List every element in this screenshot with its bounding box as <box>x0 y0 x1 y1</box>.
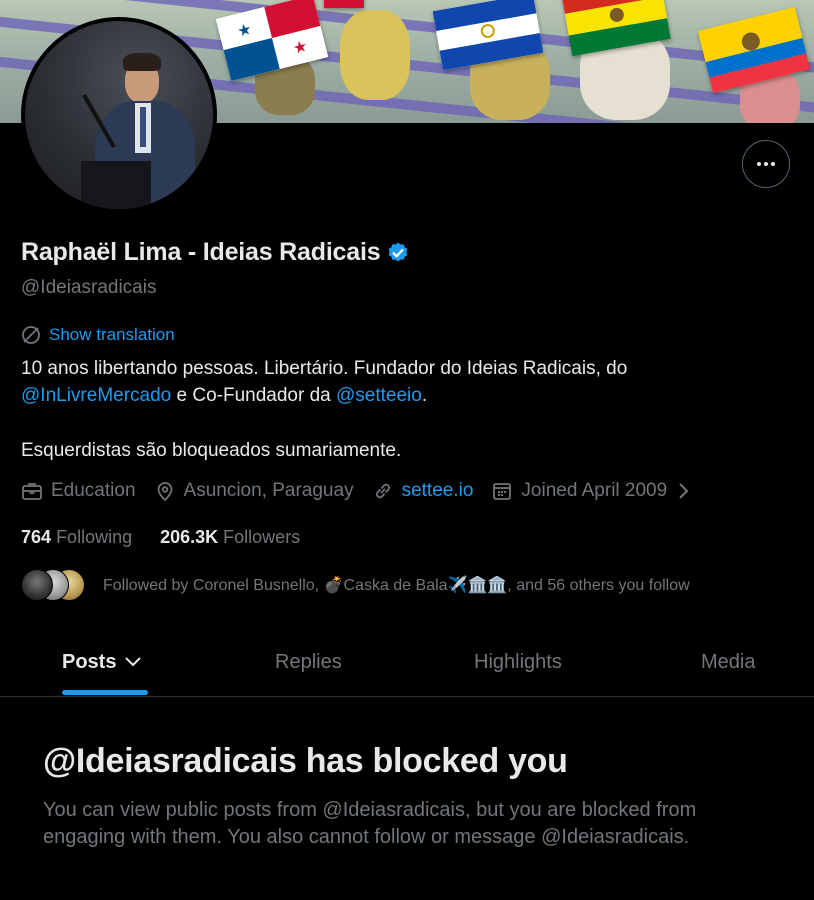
follower-avatars <box>21 569 85 601</box>
bio-text: e Co-Fundador da <box>171 385 337 406</box>
profile-avatar[interactable] <box>21 17 217 213</box>
meta-category-label: Education <box>51 480 136 501</box>
followers-count: 206.3K <box>160 527 219 547</box>
chevron-right-icon[interactable] <box>675 481 691 501</box>
tab-highlights-label: Highlights <box>474 650 562 673</box>
followed-by-row[interactable]: Followed by Coronel Busnello, 💣Caska de … <box>21 569 690 601</box>
verified-badge-icon[interactable] <box>386 241 410 265</box>
more-options-button[interactable] <box>742 140 790 188</box>
profile-tabs: Posts Replies Highlights Media <box>0 628 814 697</box>
follow-stats: 764 Following 206.3K Followers <box>21 527 300 548</box>
profile-handle: @Ideiasradicais <box>21 277 157 298</box>
tab-highlights[interactable]: Highlights <box>474 628 562 696</box>
active-tab-indicator <box>62 690 148 695</box>
followers-link[interactable]: 206.3K Followers <box>160 527 300 548</box>
blocked-description: You can view public posts from @Ideiasra… <box>43 799 697 848</box>
translate-icon <box>22 326 40 344</box>
following-label: Following <box>56 527 133 547</box>
calendar-icon <box>493 483 512 500</box>
tab-replies[interactable]: Replies <box>275 628 342 696</box>
meta-joined-label: Joined April 2009 <box>521 480 668 501</box>
bio-line-3: Esquerdistas são bloqueados sumariamente… <box>21 440 402 461</box>
website-link[interactable]: settee.io <box>402 480 474 502</box>
tab-posts[interactable]: Posts <box>62 628 144 696</box>
mention-setteeio-link[interactable]: @setteeio <box>336 385 422 406</box>
mention-inlivremercado-link[interactable]: @InLivreMercado <box>21 385 171 406</box>
tab-posts-label: Posts <box>62 650 117 673</box>
show-translation-label: Show translation <box>49 325 175 344</box>
following-link[interactable]: 764 Following <box>21 527 132 548</box>
meta-joined: Joined April 2009 <box>491 480 691 502</box>
profile-name-row: Raphaël Lima - Ideias Radicais <box>21 238 410 267</box>
meta-location-label: Asuncion, Paraguay <box>183 480 354 501</box>
flag-fragment-image <box>324 0 364 8</box>
profile-meta: Education Asuncion, Paraguay settee.io J… <box>21 480 709 502</box>
link-icon <box>375 483 390 499</box>
follower-avatar <box>21 569 53 601</box>
bio-text-end: . <box>421 385 428 406</box>
profile-bio: 10 anos libertando pessoas. Libertário. … <box>21 355 781 464</box>
tab-media[interactable]: Media <box>701 628 755 696</box>
profile-name: Raphaël Lima - Ideias Radicais <box>21 238 381 266</box>
following-count: 764 <box>21 527 52 547</box>
bio-line-2: @InLivreMercado e Co-Fundador da @settee… <box>21 382 781 409</box>
tab-media-label: Media <box>701 650 756 673</box>
bio-line-1: 10 anos libertando pessoas. Libertário. … <box>21 358 628 379</box>
show-translation-link[interactable]: Show translation <box>21 325 175 345</box>
tab-replies-label: Replies <box>275 650 342 673</box>
followers-label: Followers <box>223 527 301 547</box>
location-pin-icon <box>157 482 172 502</box>
followed-by-text: Followed by Coronel Busnello, 💣Caska de … <box>103 577 690 594</box>
more-icon <box>757 162 775 166</box>
meta-website[interactable]: settee.io <box>372 480 474 502</box>
meta-location: Asuncion, Paraguay <box>154 480 354 502</box>
chevron-down-icon <box>125 657 142 667</box>
blocked-title: @Ideiasradicais has blocked you <box>43 742 568 780</box>
meta-category: Education <box>21 480 136 502</box>
briefcase-icon <box>22 483 42 500</box>
